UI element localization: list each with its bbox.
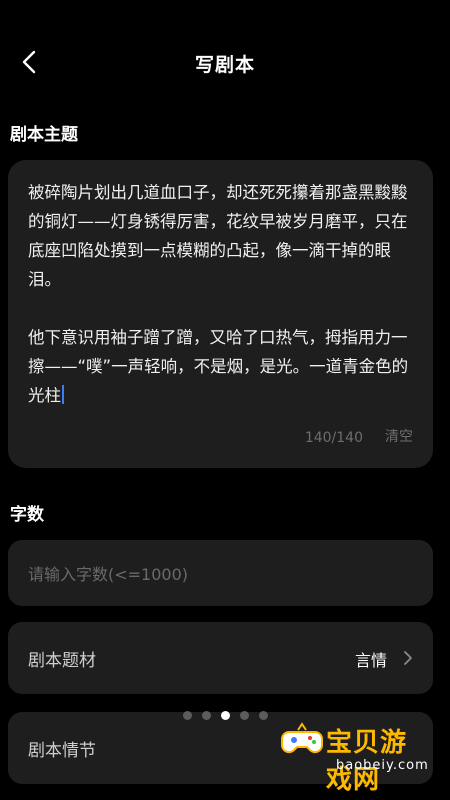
clear-button[interactable]: 清空 <box>385 426 413 446</box>
word-count-input[interactable] <box>26 540 410 608</box>
topic-text-content: 被碎陶片划出几道血口子，却还死死攥着那盏黑黢黢的铜灯——灯身锈得厉害，花纹早被岁… <box>28 183 409 405</box>
topic-textarea[interactable]: 被碎陶片划出几道血口子，却还死死攥着那盏黑黢黢的铜灯——灯身锈得厉害，花纹早被岁… <box>8 160 433 468</box>
page-title: 写剧本 <box>194 54 255 76</box>
watermark: 宝贝游戏网 baobeiy.com <box>280 712 430 795</box>
page-dot-active[interactable] <box>220 711 230 720</box>
text-caret <box>62 385 64 404</box>
char-counter: 140/140 <box>304 430 363 446</box>
topic-label: 剧本主题 <box>10 125 78 145</box>
page-dot[interactable] <box>258 711 268 720</box>
genre-row[interactable]: 剧本题材 言情 <box>8 622 433 694</box>
genre-value: 言情 <box>354 651 387 670</box>
topic-text[interactable]: 被碎陶片划出几道血口子，却还死死攥着那盏黑黢黢的铜灯——灯身锈得厉害，花纹早被岁… <box>28 178 416 410</box>
page-dot[interactable] <box>201 711 211 720</box>
gamepad-logo-icon <box>280 722 324 754</box>
word-count-field-container <box>8 540 433 608</box>
header: 写剧本 <box>0 36 450 92</box>
plot-label: 剧本情节 <box>28 741 96 761</box>
genre-label: 剧本题材 <box>28 651 96 671</box>
page-dot[interactable] <box>239 711 249 720</box>
word-count-label: 字数 <box>10 505 44 525</box>
watermark-url: baobeiy.com <box>336 758 429 773</box>
page-dot[interactable] <box>182 711 192 720</box>
chevron-right-icon <box>404 651 412 665</box>
